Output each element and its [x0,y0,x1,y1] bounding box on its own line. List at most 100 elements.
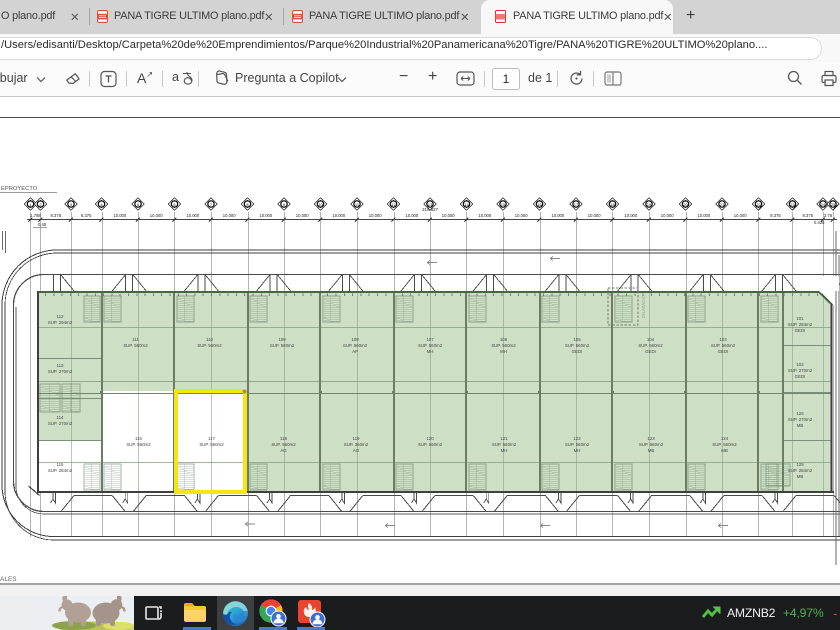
svg-text:25: 25 [831,202,836,207]
svg-text:126: 126 [796,411,804,416]
svg-text:10.000: 10.000 [515,213,528,218]
svg-text:SUP. 270m2: SUP. 270m2 [788,417,813,422]
svg-text:SUP. 560m2: SUP. 560m2 [271,442,296,447]
svg-text:24: 24 [821,202,826,207]
svg-text:112: 112 [57,314,65,319]
svg-text:GEDI: GEDI [795,328,806,333]
svg-text:3.78: 3.78 [824,213,833,218]
svg-text:DILATACIO: DILATACIO [641,294,646,318]
svg-text:8.375: 8.375 [81,213,92,218]
svg-text:122: 122 [573,436,581,441]
svg-text:111: 111 [132,337,139,342]
svg-text:SUP. 560m2: SUP. 560m2 [418,343,443,348]
svg-text:SUP. 270m2: SUP. 270m2 [48,421,73,426]
svg-text:10.000: 10.000 [113,213,126,218]
svg-text:110: 110 [206,337,214,342]
svg-text:10.000: 10.000 [223,213,236,218]
svg-text:8.378: 8.378 [51,213,62,218]
svg-text:SUP. 284m2: SUP. 284m2 [48,468,73,473]
svg-text:SUP. 560m2: SUP. 560m2 [197,343,222,348]
svg-text:AP: AP [352,349,358,354]
svg-text:SUP. 270m2: SUP. 270m2 [788,368,813,373]
svg-text:EPROYECTO: EPROYECTO [1,186,38,192]
svg-text:118: 118 [280,436,288,441]
svg-text:SUP. 560m2: SUP. 560m2 [491,343,516,348]
svg-text:SUP. 560m2: SUP. 560m2 [123,343,148,348]
svg-text:0.425: 0.425 [814,220,825,225]
svg-text:121: 121 [500,436,508,441]
svg-text:SUP. 560m2: SUP. 560m2 [565,343,590,348]
svg-text:SUP. 360m2: SUP. 360m2 [344,442,369,447]
svg-text:AG: AG [353,448,360,453]
svg-text:SUP. 560m2: SUP. 560m2 [492,442,517,447]
svg-text:MH: MH [500,349,507,354]
svg-text:17: 17 [574,202,579,207]
svg-text:123: 123 [647,436,655,441]
svg-text:MH: MH [427,349,434,354]
svg-text:1.788: 1.788 [30,213,41,218]
svg-text:SUP. 294m2: SUP. 294m2 [48,320,73,325]
svg-text:SUP. 560m2: SUP. 560m2 [270,343,295,348]
svg-text:10.000: 10.000 [478,213,491,218]
svg-text:10.000: 10.000 [150,213,163,218]
svg-text:120: 120 [426,436,434,441]
svg-text:SUP. 560m2: SUP. 560m2 [199,442,224,447]
svg-text:103: 103 [719,337,727,342]
svg-text:0.45: 0.45 [38,222,47,227]
svg-text:23: 23 [790,202,795,207]
svg-text:119: 119 [353,436,361,441]
svg-text:GEDI: GEDI [572,349,583,354]
svg-text:116: 116 [135,436,143,441]
svg-text:MH: MH [501,448,508,453]
svg-text:SUP. 560m2: SUP. 560m2 [638,343,663,348]
svg-text:10: 10 [318,202,323,207]
svg-text:106: 106 [500,337,508,342]
svg-text:10.000: 10.000 [588,213,601,218]
svg-text:SUP. 560m2: SUP. 560m2 [343,343,368,348]
svg-text:10.000: 10.000 [186,213,199,218]
svg-text:21: 21 [720,202,725,207]
svg-text:10.000: 10.000 [661,213,674,218]
svg-text:22: 22 [756,202,761,207]
svg-text:19: 19 [647,202,652,207]
svg-text:108: 108 [351,337,359,342]
svg-text:14: 14 [464,202,469,207]
svg-text:10.000: 10.000 [442,213,455,218]
svg-text:107: 107 [426,337,434,342]
svg-text:18: 18 [610,202,615,207]
svg-text:MB: MB [797,423,804,428]
svg-text:SUP. 560m2: SUP. 560m2 [639,442,664,447]
svg-text:SUP. 560m2: SUP. 560m2 [711,343,736,348]
svg-text:GEDI: GEDI [718,349,729,354]
svg-text:SUP. 560m2: SUP. 560m2 [565,442,590,447]
svg-text:10.000: 10.000 [259,213,272,218]
svg-text:SUP. 284m2: SUP. 284m2 [788,322,813,327]
svg-text:105: 105 [573,337,581,342]
svg-text:AG: AG [280,448,287,453]
svg-text:117: 117 [208,436,216,441]
svg-text:104: 104 [647,337,655,342]
svg-text:8.375: 8.375 [803,213,814,218]
svg-text:10.000: 10.000 [332,213,345,218]
svg-text:219,827: 219,827 [422,207,438,212]
svg-text:SUP. 560m2: SUP. 560m2 [418,442,443,447]
svg-text:113: 113 [57,363,65,368]
svg-text:10.000: 10.000 [296,213,309,218]
svg-text:SUP. 560m2: SUP. 560m2 [126,442,151,447]
svg-text:10.000: 10.000 [551,213,564,218]
svg-text:115: 115 [57,462,65,467]
svg-text:102: 102 [796,362,804,367]
svg-text:109: 109 [278,337,286,342]
svg-text:GEDI: GEDI [645,349,656,354]
svg-text:10.000: 10.000 [697,213,710,218]
svg-text:8.375: 8.375 [770,213,781,218]
svg-text:10.000: 10.000 [734,213,747,218]
svg-text:15: 15 [501,202,506,207]
svg-text:12: 12 [391,202,396,207]
svg-text:MB: MB [721,448,728,453]
svg-text:ALES: ALES [0,576,17,583]
svg-text:GEDI: GEDI [795,374,806,379]
svg-text:114: 114 [57,415,65,420]
svg-text:MH: MH [574,448,581,453]
svg-text:124: 124 [721,436,729,441]
